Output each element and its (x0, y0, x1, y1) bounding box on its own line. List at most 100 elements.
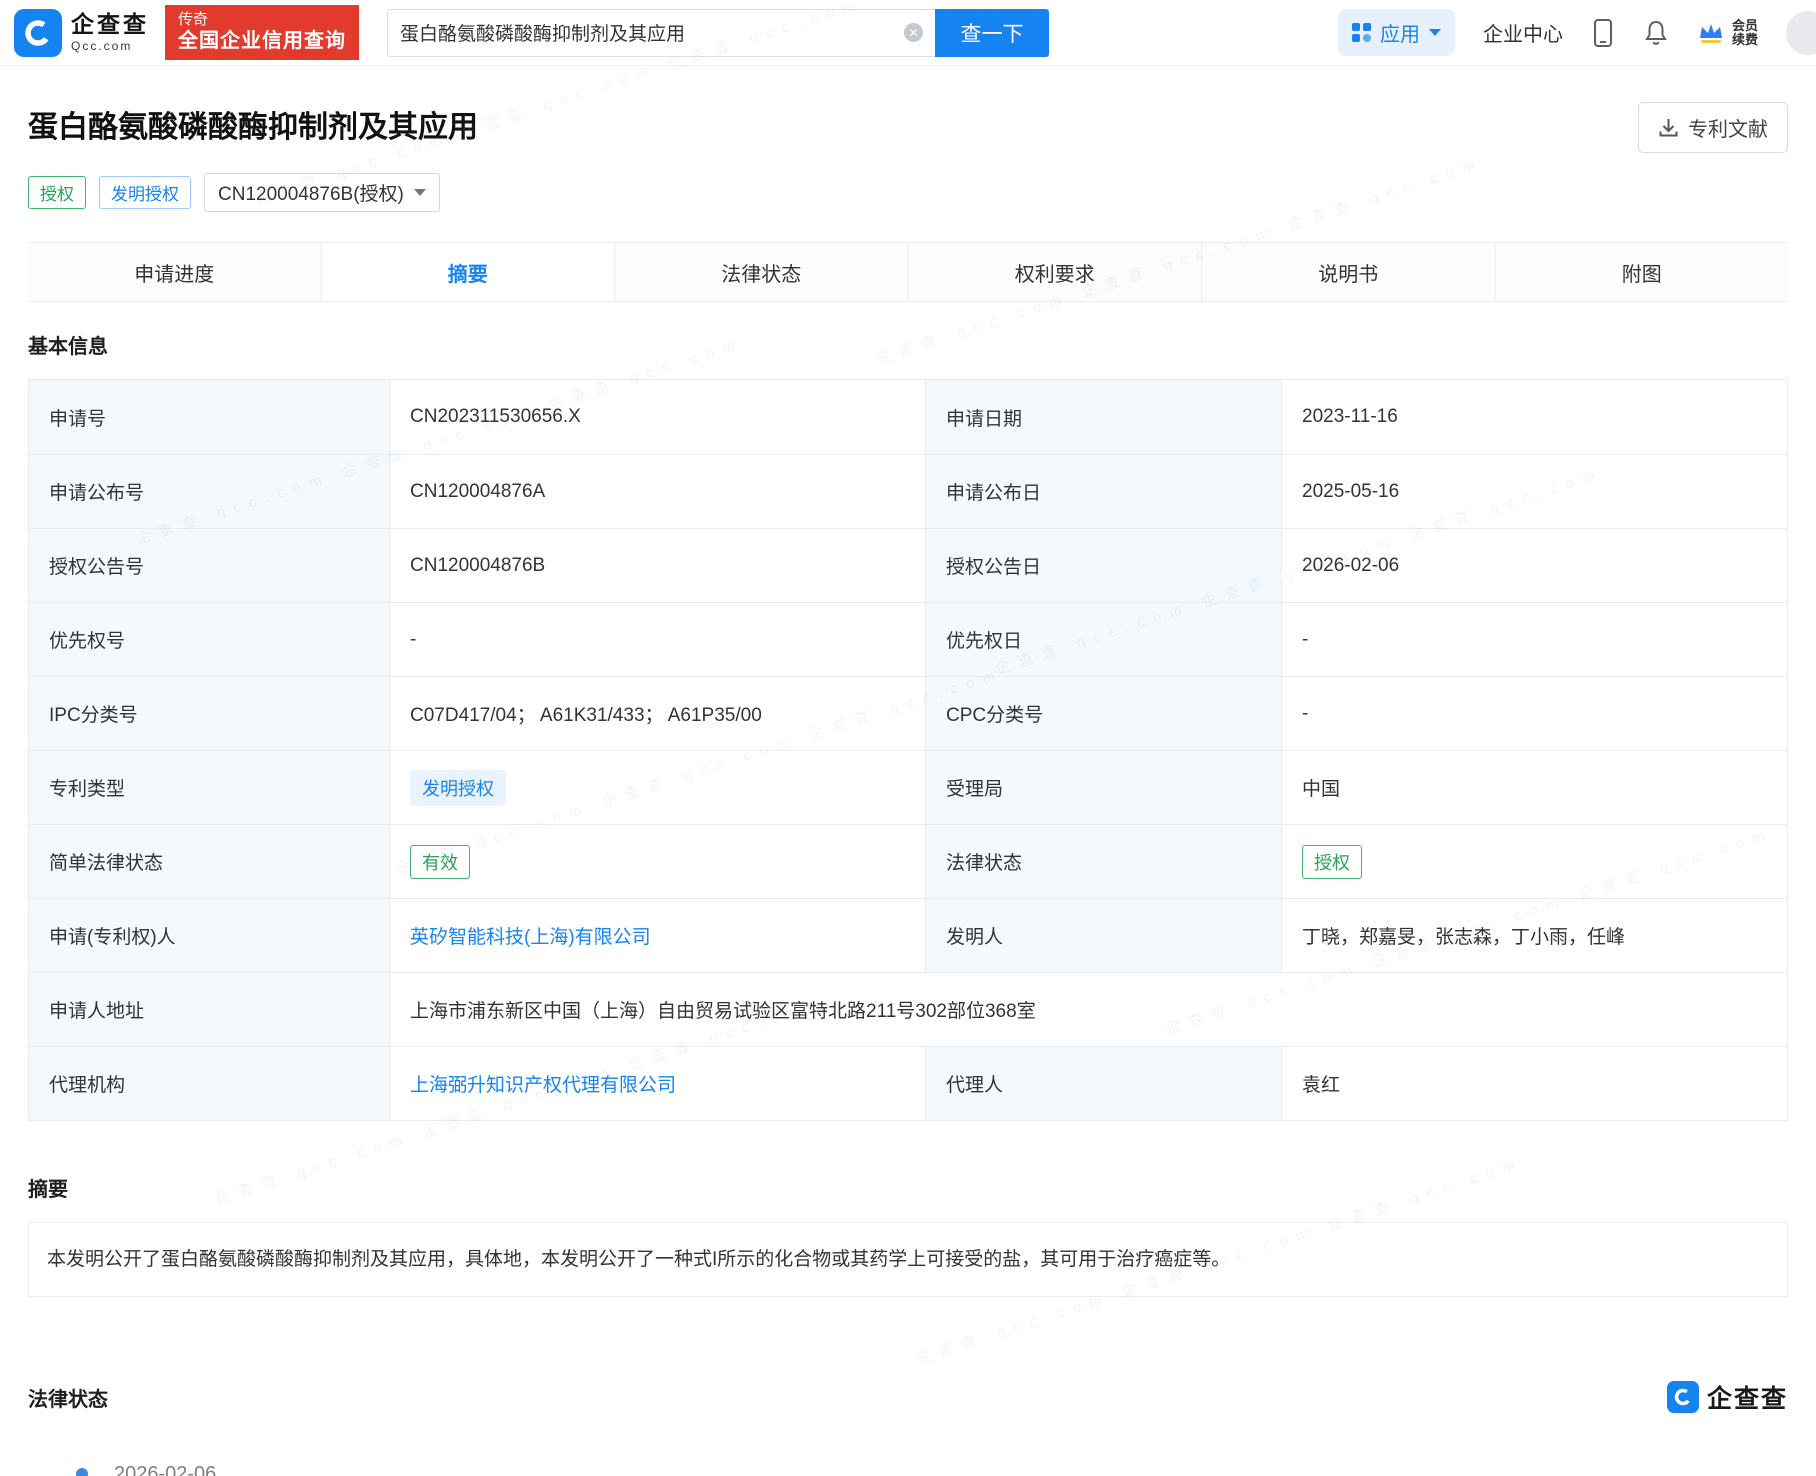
row-label: 授权公告号 (29, 529, 389, 602)
main-content: 蛋白酪氨酸磷酸酶抑制剂及其应用 专利文献 授权 发明授权 CN120004876… (0, 102, 1816, 1476)
table-row: IPC分类号 C07D417/04； A61K31/433； A61P35/00… (29, 676, 1787, 750)
row-value: 授权 (1281, 825, 1787, 898)
row-value: 2025-05-16 (1281, 455, 1787, 528)
row-label: 申请人地址 (29, 973, 389, 1046)
tab-application-progress[interactable]: 申请进度 (28, 243, 321, 301)
table-row: 申请号 CN202311530656.X 申请日期 2023-11-16 (29, 380, 1787, 454)
table-row: 申请公布号 CN120004876A 申请公布日 2025-05-16 (29, 454, 1787, 528)
member-line2: 续费 (1732, 33, 1758, 47)
row-label: 专利类型 (29, 751, 389, 824)
table-row: 优先权号 - 优先权日 - (29, 602, 1787, 676)
page: 企查查 qcc.com 企查查 qcc.com 企查查 qcc.com 企查查 … (0, 0, 1816, 1476)
patent-number: CN120004876B(授权) (218, 179, 404, 206)
row-value: - (389, 603, 925, 676)
apps-grid-icon (1352, 23, 1371, 42)
row-value: C07D417/04； A61K31/433； A61P35/00 (389, 677, 925, 750)
row-value: 袁红 (1281, 1047, 1787, 1120)
search-button[interactable]: 查一下 (935, 9, 1049, 57)
table-row: 申请人地址 上海市浦东新区中国（上海）自由贸易试验区富特北路211号302部位3… (29, 972, 1787, 1046)
row-value: 英矽智能科技(上海)有限公司 (389, 899, 925, 972)
member-line1: 会员 (1732, 19, 1758, 33)
promo-line2: 全国企业信用查询 (178, 29, 346, 54)
qcc-logo-text: 企查查 Qcc.com (71, 12, 149, 52)
row-value: CN120004876A (389, 455, 925, 528)
row-label: 申请日期 (925, 380, 1281, 454)
search-area: 查一下 (387, 9, 1049, 57)
row-value: 上海市浦东新区中国（上海）自由贸易试验区富特北路211号302部位368室 (389, 973, 1787, 1046)
member-text: 会员 续费 (1732, 19, 1758, 46)
top-header: 企查查 Qcc.com 传奇 全国企业信用查询 查一下 应用 企业中心 (0, 0, 1816, 66)
table-row: 申请(专利权)人 英矽智能科技(上海)有限公司 发明人 丁晓，郑嘉旻，张志森，丁… (29, 898, 1787, 972)
row-value: 2023-11-16 (1281, 380, 1787, 454)
row-label: 优先权日 (925, 603, 1281, 676)
doc-button-label: 专利文献 (1688, 113, 1768, 142)
avatar[interactable] (1786, 11, 1816, 55)
tab-description[interactable]: 说明书 (1201, 243, 1495, 301)
patent-type-badge: 发明授权 (410, 770, 506, 806)
row-value: 有效 (389, 825, 925, 898)
search-input[interactable] (400, 22, 894, 44)
tab-abstract[interactable]: 摘要 (321, 243, 615, 301)
timeline-dot-icon (76, 1468, 88, 1476)
row-label: 申请(专利权)人 (29, 899, 389, 972)
member-renew[interactable]: 会员 续费 (1697, 19, 1758, 46)
simple-legal-status-badge: 有效 (410, 845, 470, 879)
row-label: 申请公布日 (925, 455, 1281, 528)
chevron-down-icon (414, 189, 426, 196)
table-row: 简单法律状态 有效 法律状态 授权 (29, 824, 1787, 898)
row-value: 丁晓，郑嘉旻，张志森，丁小雨，任峰 (1281, 899, 1787, 972)
search-box (387, 9, 935, 57)
page-title: 蛋白酪氨酸磷酸酶抑制剂及其应用 (28, 102, 478, 146)
basic-info-title: 基本信息 (28, 330, 1788, 359)
abstract-title: 摘要 (28, 1173, 1788, 1202)
title-row: 蛋白酪氨酸磷酸酶抑制剂及其应用 专利文献 (28, 102, 1788, 153)
row-label: 代理人 (925, 1047, 1281, 1120)
row-value: 发明授权 (389, 751, 925, 824)
row-value: 2026-02-06 (1281, 529, 1787, 602)
row-label: 发明人 (925, 899, 1281, 972)
applicant-link[interactable]: 英矽智能科技(上海)有限公司 (410, 922, 651, 949)
clear-search-icon[interactable] (904, 23, 923, 42)
qcc-logo-label: 企查查 (1707, 1379, 1788, 1415)
row-value: CN202311530656.X (389, 380, 925, 454)
header-nav: 应用 企业中心 (1338, 9, 1802, 56)
agency-link[interactable]: 上海弼升知识产权代理有限公司 (410, 1070, 676, 1097)
promo-line1: 传奇 (178, 11, 346, 30)
row-value: 中国 (1281, 751, 1787, 824)
tab-figures[interactable]: 附图 (1495, 243, 1789, 301)
row-label: IPC分类号 (29, 677, 389, 750)
row-label: 授权公告日 (925, 529, 1281, 602)
enterprise-center-link[interactable]: 企业中心 (1483, 18, 1563, 47)
tab-claims[interactable]: 权利要求 (908, 243, 1202, 301)
legal-status-badge: 授权 (1302, 845, 1362, 879)
row-label: 优先权号 (29, 603, 389, 676)
download-icon (1658, 117, 1679, 138)
timeline-item: 2026-02-06 授权 (76, 1463, 1788, 1476)
row-value: - (1281, 677, 1787, 750)
patent-document-button[interactable]: 专利文献 (1638, 102, 1788, 153)
row-label: 简单法律状态 (29, 825, 389, 898)
notification-bell-icon[interactable] (1643, 19, 1669, 47)
row-label: 法律状态 (925, 825, 1281, 898)
basic-info-table: 申请号 CN202311530656.X 申请日期 2023-11-16 申请公… (28, 379, 1788, 1121)
table-row: 授权公告号 CN120004876B 授权公告日 2026-02-06 (29, 528, 1787, 602)
mobile-app-icon[interactable] (1591, 18, 1615, 48)
tab-bar: 申请进度 摘要 法律状态 权利要求 说明书 附图 (28, 242, 1788, 302)
row-label: 受理局 (925, 751, 1281, 824)
table-row: 代理机构 上海弼升知识产权代理有限公司 代理人 袁红 (29, 1046, 1787, 1120)
qcc-logo[interactable]: 企查查 Qcc.com (14, 9, 149, 57)
legal-status-title: 法律状态 (28, 1383, 108, 1412)
logo-domain: Qcc.com (71, 40, 149, 53)
chevron-down-icon (1429, 29, 1441, 36)
row-label: CPC分类号 (925, 677, 1281, 750)
legal-status-header: 法律状态 企查查 (28, 1379, 1788, 1415)
row-label: 代理机构 (29, 1047, 389, 1120)
patent-number-dropdown[interactable]: CN120004876B(授权) (204, 173, 440, 212)
table-row: 专利类型 发明授权 受理局 中国 (29, 750, 1787, 824)
tab-legal-status[interactable]: 法律状态 (614, 243, 908, 301)
qcc-logo-icon (1667, 1381, 1699, 1413)
promo-badge[interactable]: 传奇 全国企业信用查询 (165, 5, 359, 61)
tag-row: 授权 发明授权 CN120004876B(授权) (28, 173, 1788, 212)
apps-dropdown[interactable]: 应用 (1338, 9, 1455, 56)
timeline-date: 2026-02-06 (114, 1463, 1788, 1476)
